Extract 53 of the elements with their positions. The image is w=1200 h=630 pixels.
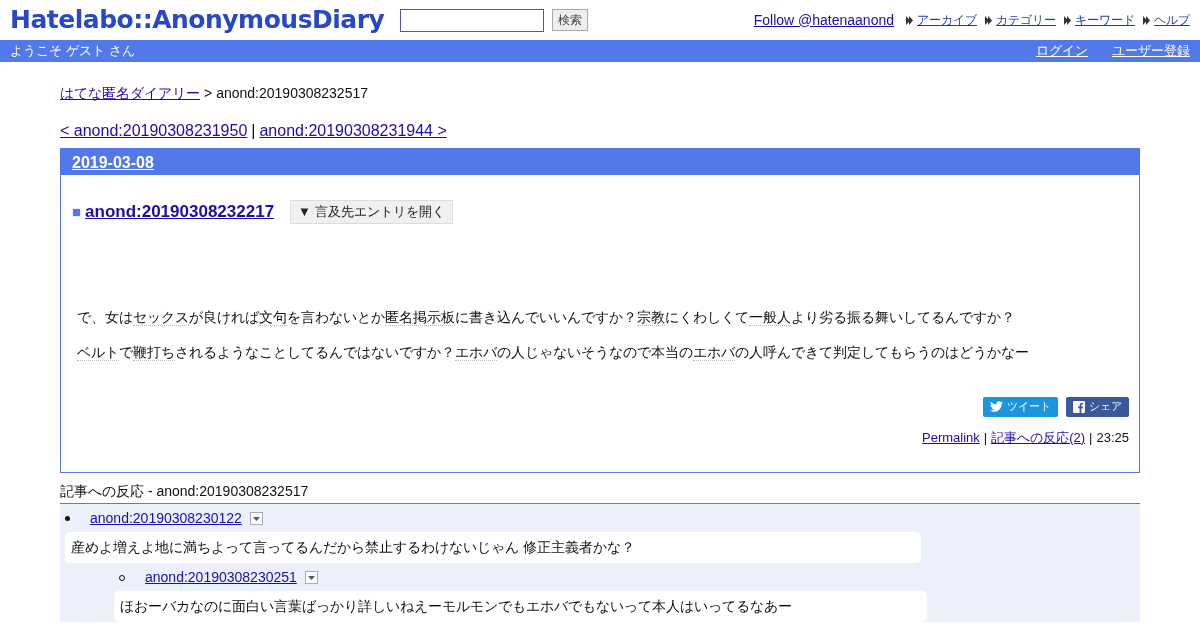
keyword-link[interactable]: 一般人: [749, 308, 791, 326]
breadcrumb-separator: >: [204, 84, 213, 103]
follow-link[interactable]: Follow @hatenaanond: [753, 9, 894, 31]
breadcrumb-link[interactable]: はてな匿名ダイアリー: [60, 83, 200, 104]
nav-link[interactable]: カテゴリー: [996, 11, 1056, 29]
caret-icon: [307, 575, 315, 580]
prev-link[interactable]: < anond:20190308231950: [60, 119, 248, 143]
keyword-link[interactable]: 文句: [259, 308, 287, 326]
entry-marker: ■: [72, 201, 82, 222]
nav-link[interactable]: ヘルプ: [1154, 11, 1190, 29]
paragraph-text: で、女はセックスが良ければ文句を言わないとか匿名掲示板に書き込んでいいんですか？宗教にくわしくて一般人より劣る振る舞いしてるんですか？: [77, 307, 1016, 328]
caret-icon: [252, 516, 260, 521]
search-field[interactable]: [400, 8, 545, 32]
arrow-icon: [1143, 15, 1150, 25]
reaction-text: ほおーバカなのに面白い言葉ばっかり詳しいねえーモルモンでもエホバでもないって本人はいってるなあー: [114, 591, 927, 622]
reactions-link[interactable]: 記事への反応(2): [991, 427, 1086, 447]
entry-time: 23:25: [1096, 428, 1129, 447]
dropdown-button[interactable]: [304, 571, 318, 584]
user-link[interactable]: ユーザー登録: [1112, 41, 1190, 61]
reaction-link[interactable]: anond:20190308230251: [145, 567, 297, 588]
permalink-link[interactable]: Permalink: [922, 427, 980, 447]
keyword-link[interactable]: エホバ: [455, 343, 497, 361]
keyword-link[interactable]: エホバ: [693, 343, 735, 361]
greeting-text: ようこそ ゲスト さん: [10, 42, 136, 61]
share-button[interactable]: シェア: [1066, 396, 1129, 417]
reaction-text: 産めよ増えよ地に満ちよって言ってるんだから禁止するわけないじゃん 修正主義者かな？: [65, 532, 921, 563]
keyword-link[interactable]: 匿名掲示板: [385, 308, 455, 326]
nav-link[interactable]: キーワード: [1075, 11, 1135, 29]
keyword-link[interactable]: 鞭打ち: [133, 343, 175, 361]
date-link[interactable]: 2019-03-08: [72, 154, 154, 171]
footer-separator: |: [983, 428, 988, 447]
search-button[interactable]: 検索: [552, 9, 589, 31]
user-link[interactable]: ログイン: [1036, 41, 1088, 61]
bird-icon: [990, 401, 1003, 412]
paragraph-text: ベルト で鞭打ち されるようなことしてるんではないですか？エホバの人じゃないそうなので本当のエホバの人呼んできて判定してもらうのはどうかなー: [77, 342, 1030, 363]
arrow-icon: [985, 15, 992, 25]
next-link[interactable]: anond:20190308231944 >: [259, 119, 447, 143]
reaction-link[interactable]: anond:20190308230122: [90, 508, 242, 529]
pager-separator: |: [251, 121, 256, 141]
nav-link[interactable]: アーカイブ: [917, 11, 977, 29]
site-logo[interactable]: Hatelabo::AnonymousDiary: [10, 1, 385, 39]
footer-separator: |: [1089, 428, 1093, 447]
arrow-icon: [906, 15, 913, 25]
entry-title[interactable]: anond:20190308232217: [85, 199, 275, 225]
dropdown-button[interactable]: [249, 512, 263, 525]
keyword-link[interactable]: ベルト: [77, 343, 119, 361]
f-icon: [1073, 400, 1085, 413]
bullet-icon: [65, 516, 70, 521]
breadcrumb-current: anond:20190308232517: [216, 84, 368, 103]
keyword-link[interactable]: 宗教: [637, 308, 665, 326]
toggle-button[interactable]: ▼ 言及先エントリを開く: [290, 200, 453, 224]
keyword-link[interactable]: セックス: [133, 308, 189, 326]
arrow-icon: [1064, 15, 1071, 25]
